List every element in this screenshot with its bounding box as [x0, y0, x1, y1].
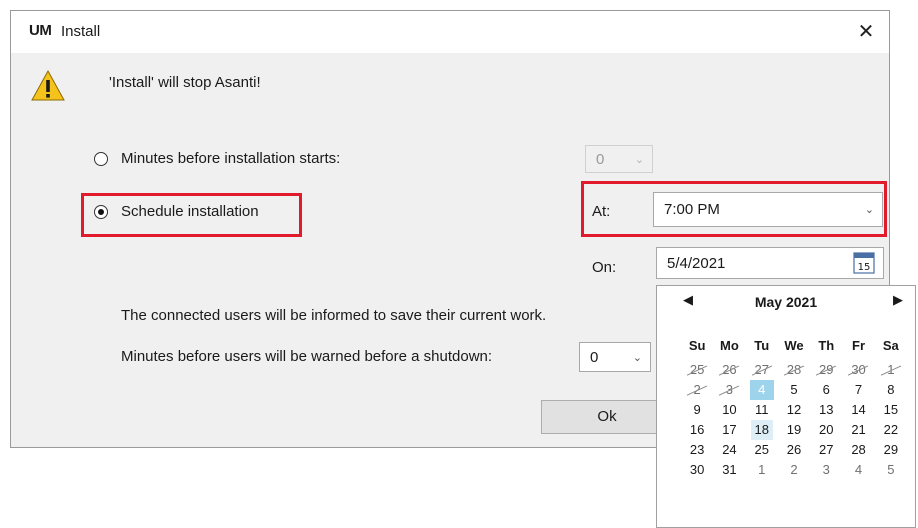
minutes-start-value: 0	[596, 150, 605, 168]
calendar-day[interactable]: 16	[681, 420, 713, 440]
radio-selected-dot	[98, 209, 104, 215]
calendar-day[interactable]: 27	[810, 440, 842, 460]
calendar-day[interactable]: 2	[778, 460, 810, 480]
calendar-week-row: 2345678	[681, 380, 907, 400]
close-button[interactable]: ✕	[843, 11, 889, 53]
calendar-day[interactable]: 4	[842, 460, 874, 480]
calendar-week-row: 23 24 25 26 27 28 29	[681, 440, 907, 460]
calendar-day[interactable]: 11	[746, 400, 778, 420]
calendar-day[interactable]: 29	[810, 360, 842, 380]
calendar-day[interactable]: 26	[778, 440, 810, 460]
next-month-icon[interactable]: ▶	[893, 292, 903, 308]
date-value: 5/4/2021	[667, 254, 726, 272]
calendar-day[interactable]: 25	[681, 360, 713, 380]
calendar-day[interactable]: 8	[875, 380, 907, 400]
calendar-day[interactable]: 13	[810, 400, 842, 420]
calendar-week-row: 25 26 27 28 29 30 1	[681, 360, 907, 380]
warning-message: 'Install' will stop Asanti!	[109, 74, 261, 91]
calendar-day-selected[interactable]: 4	[746, 380, 778, 400]
warning-icon	[31, 69, 65, 101]
weekday-label: Sa	[882, 338, 899, 353]
calendar-day[interactable]: 30	[842, 360, 874, 380]
weekday-label: Su	[688, 338, 706, 353]
chevron-down-icon: ⌄	[634, 153, 644, 166]
weekday-header-row: Su Mo Tu We Th Fr Sa	[681, 336, 907, 356]
calendar-day[interactable]: 21	[842, 420, 874, 440]
minutes-option-label: Minutes before installation starts:	[121, 150, 341, 167]
calendar-day[interactable]: 10	[713, 400, 745, 420]
calendar-day[interactable]: 31	[713, 460, 745, 480]
calendar-month-title[interactable]: May 2021	[657, 294, 915, 310]
app-logo: UM	[29, 22, 52, 39]
weekday-label: Mo	[720, 338, 739, 353]
warn-minutes-value: 0	[590, 348, 599, 366]
calendar-day[interactable]: 7	[842, 380, 874, 400]
calendar-day[interactable]: 1	[875, 360, 907, 380]
calendar-day[interactable]: 28	[778, 360, 810, 380]
ok-button[interactable]: Ok	[541, 400, 673, 434]
calendar-day[interactable]: 15	[875, 400, 907, 420]
calendar-day[interactable]: 9	[681, 400, 713, 420]
calendar-day[interactable]: 14	[842, 400, 874, 420]
chevron-down-icon: ⌄	[864, 204, 874, 216]
calendar-day[interactable]: 1	[746, 460, 778, 480]
weekday-label: Fr	[852, 338, 866, 353]
calendar-icon-day: 15	[858, 262, 871, 273]
calendar-day[interactable]: 2	[681, 380, 713, 400]
calendar-day[interactable]: 29	[875, 440, 907, 460]
weekday-label: We	[784, 338, 804, 353]
calendar-day[interactable]: 27	[746, 360, 778, 380]
time-value: 7:00 PM	[664, 201, 720, 218]
minutes-start-select[interactable]: 0 ⌄	[585, 145, 653, 173]
calendar-day[interactable]: 17	[713, 420, 745, 440]
calendar-day[interactable]: 24	[713, 440, 745, 460]
schedule-radio[interactable]	[94, 205, 108, 219]
calendar-day[interactable]: 5	[778, 380, 810, 400]
warn-minutes-label: Minutes before users will be warned befo…	[121, 348, 493, 365]
chevron-down-icon: ⌄	[632, 351, 642, 364]
calendar-day[interactable]: 20	[810, 420, 842, 440]
calendar-day[interactable]: 6	[810, 380, 842, 400]
calendar-grid: Su Mo Tu We Th Fr Sa 25 26 27 28 29 30 1 2 3 4 5 6 7 8 9 10 11 1…	[681, 338, 907, 480]
date-picker-field[interactable]: 5/4/2021 15	[656, 247, 884, 279]
calendar-day[interactable]: 26	[713, 360, 745, 380]
window-title: Install	[61, 23, 101, 40]
calendar-week-row: 30 31 1 2 3 4 5	[681, 460, 907, 480]
info-text: The connected users will be informed to …	[121, 307, 547, 324]
calendar-week-row: 16 17 18 19 20 21 22	[681, 420, 907, 440]
calendar-day[interactable]: 12	[778, 400, 810, 420]
calendar-day[interactable]: 3	[713, 380, 745, 400]
at-label: At:	[592, 203, 611, 220]
schedule-option-label: Schedule installation	[121, 203, 259, 220]
calendar-day[interactable]: 25	[746, 440, 778, 460]
calendar-day[interactable]: 23	[681, 440, 713, 460]
weekday-label: Tu	[754, 338, 770, 353]
on-label: On:	[592, 259, 617, 276]
title-bar: UM Install ✕	[11, 11, 889, 53]
minutes-radio[interactable]	[94, 152, 108, 166]
time-select[interactable]: 7:00 PM ⌄	[653, 192, 883, 227]
calendar-icon[interactable]: 15	[853, 250, 875, 274]
calendar-day[interactable]: 3	[810, 460, 842, 480]
calendar-day[interactable]: 22	[875, 420, 907, 440]
calendar-day[interactable]: 28	[842, 440, 874, 460]
warn-minutes-select[interactable]: 0 ⌄	[579, 342, 651, 372]
calendar-week-row: 9 10 11 12 13 14 15	[681, 400, 907, 420]
calendar-day[interactable]: 30	[681, 460, 713, 480]
calendar-day[interactable]: 5	[875, 460, 907, 480]
calendar-day[interactable]: 19	[778, 420, 810, 440]
calendar-day-today[interactable]: 18	[746, 420, 778, 440]
weekday-label: Th	[818, 338, 835, 353]
calendar-popup: ◀ May 2021 ▶ Su Mo Tu We Th Fr Sa 25 26 27 28 29 30 1…	[656, 285, 916, 528]
